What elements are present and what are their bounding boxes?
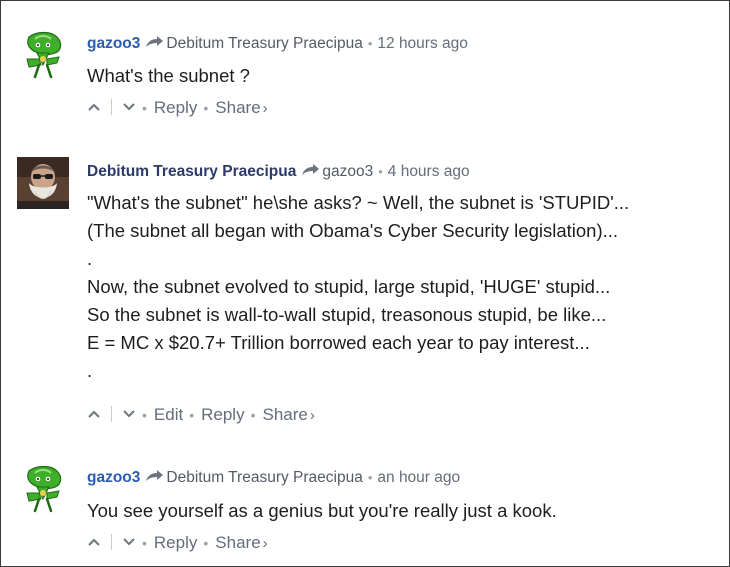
bearded-man-avatar-icon	[17, 157, 69, 209]
timestamp[interactable]: an hour ago	[377, 469, 460, 486]
comment-body: "What's the subnet" he\she asks? ~ Well,…	[87, 192, 630, 381]
chevron-right-icon: ›	[262, 100, 268, 117]
timestamp[interactable]: 12 hours ago	[377, 35, 468, 52]
reply-to-link[interactable]: Debitum Treasury Praecipua	[166, 35, 362, 52]
author-link[interactable]: Debitum Treasury Praecipua	[87, 163, 296, 180]
vote-divider	[111, 534, 112, 550]
separator-dot: •	[142, 100, 147, 116]
reply-arrow-icon	[146, 470, 164, 481]
comment-actions: • Edit • Reply • Share ›	[87, 404, 315, 427]
vote-divider	[111, 406, 112, 422]
reply-to-link[interactable]: Debitum Treasury Praecipua	[166, 469, 362, 486]
avatar[interactable]	[17, 157, 69, 209]
reply-button[interactable]: Reply	[201, 405, 244, 424]
chevron-right-icon: ›	[262, 535, 268, 552]
reply-arrow-icon	[146, 36, 164, 47]
chevron-down-icon[interactable]	[122, 102, 136, 112]
reply-to-link[interactable]: gazoo3	[322, 163, 373, 180]
separator-dot: •	[367, 470, 373, 485]
separator-dot: •	[203, 100, 209, 116]
comment-header: gazoo3 Debitum Treasury Praecipua • 12 hour…	[87, 34, 468, 54]
green-cartoon-avatar-icon	[17, 463, 69, 515]
separator-dot: •	[367, 36, 373, 51]
comment-header: gazoo3 Debitum Treasury Praecipua • an hour…	[87, 468, 460, 488]
comment-thread: gazoo3 Debitum Treasury Praecipua • 12 hour…	[0, 0, 730, 567]
separator-dot: •	[203, 535, 209, 551]
separator-dot: •	[378, 164, 383, 179]
share-button[interactable]: Share ›	[262, 405, 314, 424]
share-button[interactable]: Share ›	[215, 533, 267, 552]
reply-button[interactable]: Reply	[154, 98, 197, 117]
chevron-up-icon[interactable]	[87, 537, 101, 547]
author-link[interactable]: gazoo3	[87, 35, 140, 52]
separator-dot: •	[142, 535, 147, 551]
share-button[interactable]: Share ›	[215, 98, 267, 117]
chevron-up-icon[interactable]	[87, 409, 101, 419]
comment-body: What's the subnet ?	[87, 65, 250, 86]
author-link[interactable]: gazoo3	[87, 469, 140, 486]
comment-body: You see yourself as a genius but you're …	[87, 500, 557, 521]
chevron-down-icon[interactable]	[122, 409, 136, 419]
timestamp[interactable]: 4 hours ago	[388, 163, 470, 180]
separator-dot: •	[189, 407, 195, 423]
separator-dot: •	[142, 407, 147, 423]
avatar[interactable]	[17, 29, 69, 81]
share-label: Share	[215, 98, 261, 117]
chevron-down-icon[interactable]	[122, 537, 136, 547]
comment-actions: • Reply • Share ›	[87, 97, 268, 120]
green-cartoon-avatar-icon	[17, 29, 69, 81]
reply-arrow-icon	[302, 164, 320, 175]
reply-button[interactable]: Reply	[154, 533, 197, 552]
chevron-right-icon: ›	[309, 407, 315, 424]
share-label: Share	[215, 533, 261, 552]
vote-divider	[111, 99, 112, 115]
comment-header: Debitum Treasury Praecipua gazoo3 • 4 hours…	[87, 162, 470, 182]
share-label: Share	[262, 405, 308, 424]
chevron-up-icon[interactable]	[87, 102, 101, 112]
avatar[interactable]	[17, 463, 69, 515]
separator-dot: •	[250, 407, 256, 423]
comment-actions: • Reply • Share ›	[87, 532, 268, 555]
edit-button[interactable]: Edit	[154, 405, 183, 424]
